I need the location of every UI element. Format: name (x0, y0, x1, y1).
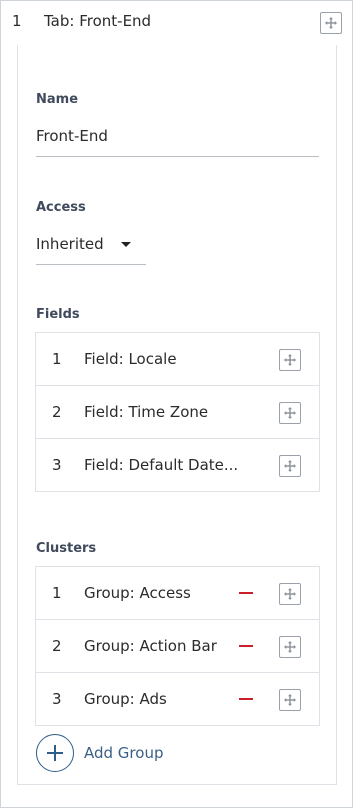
row-number: 1 (52, 584, 62, 602)
row-number: 3 (52, 456, 62, 474)
clusters-label: Clusters (36, 541, 97, 556)
move-icon[interactable] (279, 636, 301, 658)
caret-down-icon (121, 242, 131, 247)
access-select[interactable]: Inherited (36, 227, 146, 265)
plus-circle-icon (36, 734, 74, 772)
list-item[interactable]: 2 Field: Time Zone (36, 386, 319, 439)
move-icon[interactable] (320, 12, 342, 34)
name-field[interactable]: Front-End (36, 119, 319, 157)
minus-icon[interactable] (239, 592, 253, 594)
tab-number: 1 (12, 12, 22, 30)
move-icon[interactable] (279, 402, 301, 424)
name-label: Name (36, 92, 79, 107)
minus-icon[interactable] (239, 698, 253, 700)
move-icon[interactable] (279, 689, 301, 711)
fields-list: 1 Field: Locale 2 Field: Time Zone 3 Fie… (35, 332, 320, 492)
move-icon[interactable] (279, 455, 301, 477)
tab-header: 1 Tab: Front-End (1, 1, 352, 45)
move-icon[interactable] (279, 349, 301, 371)
list-item[interactable]: 1 Field: Locale (36, 333, 319, 386)
row-label: Group: Access (84, 584, 191, 602)
row-label: Group: Ads (84, 690, 167, 708)
row-number: 2 (52, 637, 62, 655)
list-item[interactable]: 2 Group: Action Bar (36, 620, 319, 673)
tab-title: Tab: Front-End (44, 12, 152, 30)
minus-icon[interactable] (239, 645, 253, 647)
list-item[interactable]: 1 Group: Access (36, 567, 319, 620)
row-label: Field: Default Date... (84, 456, 239, 474)
row-label: Field: Time Zone (84, 403, 209, 421)
row-number: 2 (52, 403, 62, 421)
row-label: Group: Action Bar (84, 637, 217, 655)
row-number: 3 (52, 690, 62, 708)
clusters-list: 1 Group: Access 2 Group: Action Bar 3 Gr… (35, 566, 320, 726)
row-number: 1 (52, 350, 62, 368)
add-group-label: Add Group (84, 744, 164, 762)
fields-label: Fields (36, 307, 80, 322)
move-icon[interactable] (279, 583, 301, 605)
tab-panel: 1 Tab: Front-End Name Front-End Access I… (0, 0, 353, 808)
access-value: Inherited (36, 235, 104, 253)
access-label: Access (36, 200, 86, 215)
add-group-button[interactable]: Add Group (36, 734, 163, 772)
row-label: Field: Locale (84, 350, 177, 368)
list-item[interactable]: 3 Field: Default Date... (36, 439, 319, 491)
list-item[interactable]: 3 Group: Ads (36, 673, 319, 725)
